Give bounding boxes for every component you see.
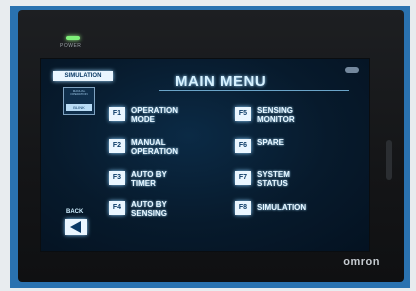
- side-hardware-button: [386, 140, 392, 180]
- f2-key-button[interactable]: F2: [109, 139, 125, 153]
- menu-label: SENSING MONITOR: [257, 106, 295, 124]
- menu-label: SIMULATION: [257, 203, 307, 212]
- f1-key-button[interactable]: F1: [109, 107, 125, 121]
- side-status-button[interactable]: BLINK: [66, 104, 92, 111]
- screen-glare: [345, 67, 359, 73]
- f6-key-button[interactable]: F6: [235, 139, 251, 153]
- menu-label: OPERATION MODE: [131, 106, 178, 124]
- f5-key-button[interactable]: F5: [235, 107, 251, 121]
- back-button[interactable]: [65, 219, 87, 235]
- simulation-tab-button[interactable]: SIMULATION: [53, 71, 113, 81]
- power-label: POWER: [60, 43, 82, 49]
- f7-key-button[interactable]: F7: [235, 171, 251, 185]
- power-led-icon: [66, 36, 80, 40]
- left-arrow-icon: [70, 221, 81, 233]
- menu-label: SYSTEM STATUS: [257, 170, 290, 188]
- title-divider: [159, 90, 349, 91]
- menu-label: MANUAL OPERATION: [131, 138, 178, 156]
- back-label: BACK: [66, 209, 84, 215]
- f3-key-button[interactable]: F3: [109, 171, 125, 185]
- side-status-text: MANUAL OPERATION: [70, 89, 88, 96]
- hmi-screen: SIMULATION MANUAL OPERATION BLINK MAIN M…: [40, 58, 370, 252]
- menu-label: AUTO BY SENSING: [131, 200, 168, 218]
- menu-label: SPARE: [257, 138, 284, 147]
- side-status-panel: MANUAL OPERATION BLINK: [63, 87, 95, 115]
- f4-key-button[interactable]: F4: [109, 201, 125, 215]
- menu-label: AUTO BY TIMER: [131, 170, 167, 188]
- f8-key-button[interactable]: F8: [235, 201, 251, 215]
- brand-logo: omron: [343, 256, 380, 268]
- page-title: MAIN MENU: [175, 73, 267, 90]
